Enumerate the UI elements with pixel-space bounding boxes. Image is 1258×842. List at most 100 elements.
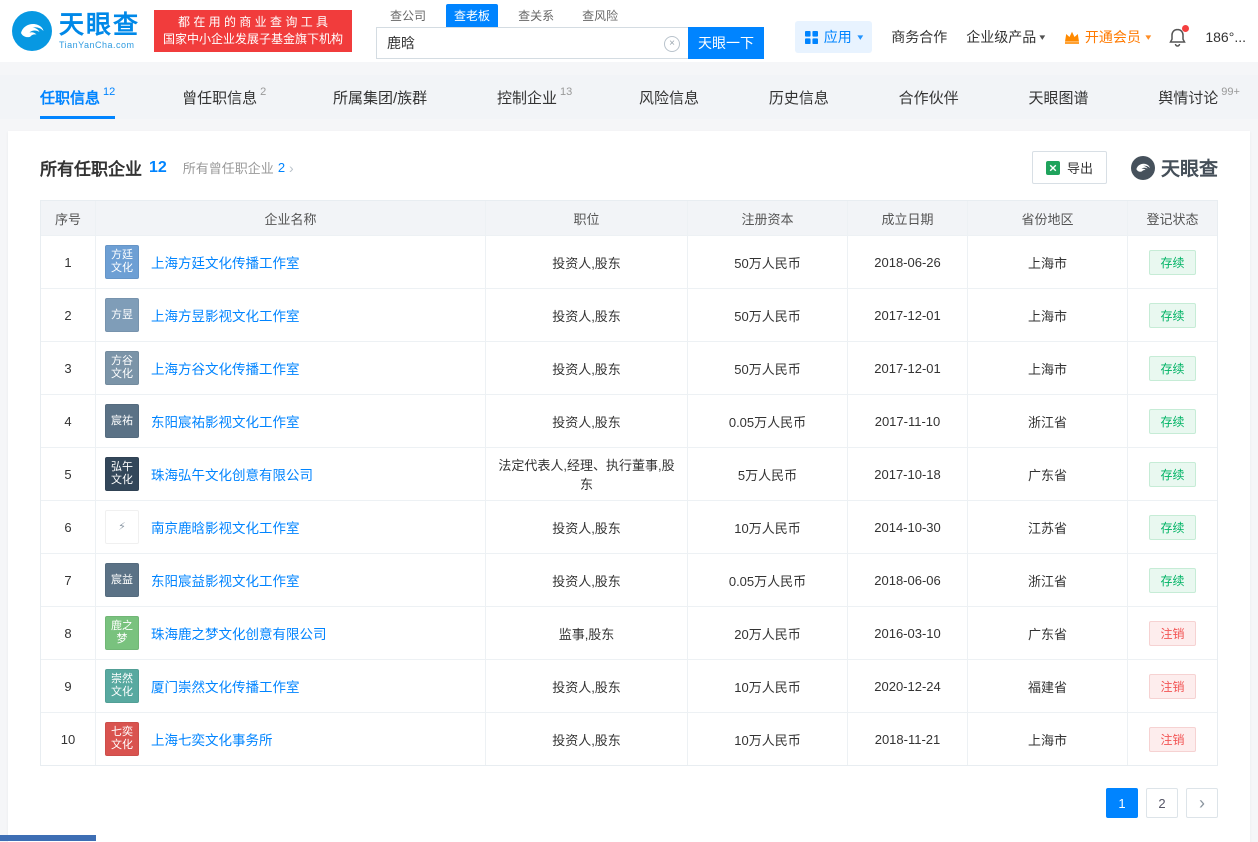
search-input[interactable] [377, 28, 689, 58]
province-cell: 浙江省 [968, 554, 1128, 606]
table-row: 9 崇然文化 厦门崇然文化传播工作室 投资人,股东 10万人民币 2020-12… [41, 659, 1217, 712]
business-cooperation-link[interactable]: 商务合作 [891, 27, 947, 47]
nav-tab[interactable]: 任职信息 12 [40, 75, 116, 119]
company-cell: ⚡ 南京鹿晗影视文化工作室 [96, 501, 486, 553]
capital-cell: 10万人民币 [688, 713, 848, 765]
capital-cell: 5万人民币 [688, 448, 848, 500]
company-name-link[interactable]: 东阳宸益影视文化工作室 [151, 570, 300, 590]
nav-tab[interactable]: 曾任职信息 2 [182, 75, 266, 119]
company-logo: 方廷文化 [105, 245, 139, 279]
nav-tab[interactable]: 所属集团/族群 [333, 75, 430, 119]
account-phone[interactable]: 186°... [1205, 29, 1246, 45]
apps-menu[interactable]: 应用 ▾ [794, 21, 873, 53]
status-cell: 存续 [1128, 448, 1217, 500]
position-cell: 投资人,股东 [486, 554, 688, 606]
col-header-date: 成立日期 [848, 201, 968, 235]
caret-down-icon: ▾ [1039, 31, 1046, 42]
province-cell: 浙江省 [968, 395, 1128, 447]
company-cell: 宸祐 东阳宸祐影视文化工作室 [96, 395, 486, 447]
col-header-capital: 注册资本 [688, 201, 848, 235]
company-cell: 方廷文化 上海方廷文化传播工作室 [96, 236, 486, 288]
date-cell: 2017-11-10 [848, 395, 968, 447]
status-cell: 注销 [1128, 660, 1217, 712]
status-badge: 存续 [1149, 461, 1196, 487]
caret-down-icon: ▾ [1145, 31, 1152, 42]
company-logo: 崇然文化 [105, 669, 139, 703]
company-name-link[interactable]: 厦门崇然文化传播工作室 [151, 676, 300, 696]
search-type-tab[interactable]: 查风险 [574, 4, 626, 27]
col-header-province: 省份地区 [968, 201, 1128, 235]
export-button[interactable]: 导出 [1031, 151, 1107, 184]
table-row: 8 鹿之梦 珠海鹿之梦文化创意有限公司 监事,股东 20万人民币 2016-03… [41, 606, 1217, 659]
date-cell: 2018-06-26 [848, 236, 968, 288]
province-cell: 广东省 [968, 607, 1128, 659]
date-cell: 2020-12-24 [848, 660, 968, 712]
status-cell: 注销 [1128, 713, 1217, 765]
position-cell: 投资人,股东 [486, 713, 688, 765]
date-cell: 2017-10-18 [848, 448, 968, 500]
search-box: × [376, 27, 689, 59]
table-row: 4 宸祐 东阳宸祐影视文化工作室 投资人,股东 0.05万人民币 2017-11… [41, 394, 1217, 447]
section-nav: 任职信息 12 曾任职信息 2 所属集团/族群 控制企业 13 风险信息 历史信息 合… [0, 75, 1258, 119]
company-name-link[interactable]: 东阳宸祐影视文化工作室 [151, 411, 300, 431]
vip-upgrade-link[interactable]: 开通会员 ▾ [1064, 27, 1151, 47]
company-logo: 七奕文化 [105, 722, 139, 756]
nav-tab[interactable]: 合作伙伴 [899, 75, 962, 119]
caret-down-icon: ▾ [857, 31, 863, 42]
company-name-link[interactable]: 上海方昱影视文化工作室 [151, 305, 300, 325]
nav-tab[interactable]: 历史信息 [769, 75, 832, 119]
nav-tab[interactable]: 舆情讨论 99+ [1158, 75, 1240, 119]
row-index-cell: 3 [41, 342, 96, 394]
capital-cell: 50万人民币 [688, 236, 848, 288]
capital-cell: 10万人民币 [688, 501, 848, 553]
company-cell: 弘午文化 珠海弘午文化创意有限公司 [96, 448, 486, 500]
positions-table: 序号 企业名称 职位 注册资本 成立日期 省份地区 登记状态 1 方廷文化 上海… [40, 200, 1218, 766]
status-cell: 注销 [1128, 607, 1217, 659]
table-row: 1 方廷文化 上海方廷文化传播工作室 投资人,股东 50万人民币 2018-06… [41, 235, 1217, 288]
page-title-count: 12 [149, 158, 167, 176]
company-cell: 七奕文化 上海七奕文化事务所 [96, 713, 486, 765]
company-name-link[interactable]: 上海方廷文化传播工作室 [151, 252, 300, 272]
search-type-tab[interactable]: 查关系 [510, 4, 562, 27]
enterprise-products-link[interactable]: 企业级产品 ▾ [966, 27, 1045, 47]
tianyancha-watermark-icon [1130, 155, 1155, 180]
search-button[interactable]: 天眼一下 [688, 27, 765, 59]
nav-tab[interactable]: 风险信息 [639, 75, 702, 119]
company-name-link[interactable]: 珠海弘午文化创意有限公司 [151, 464, 313, 484]
row-index-cell: 10 [41, 713, 96, 765]
page-button[interactable]: 2 [1146, 788, 1178, 818]
excel-icon [1045, 160, 1060, 175]
former-positions-link[interactable]: 所有曾任职企业 2 › [183, 158, 294, 177]
status-cell: 存续 [1128, 289, 1217, 341]
status-badge: 存续 [1149, 249, 1196, 275]
clear-input-icon[interactable]: × [664, 36, 681, 52]
search-type-tabs: 查公司 查老板 查关系 查风险 [376, 3, 764, 27]
company-name-link[interactable]: 珠海鹿之梦文化创意有限公司 [151, 623, 327, 643]
search-type-tab[interactable]: 查老板 [446, 4, 499, 27]
table-header-row: 序号 企业名称 职位 注册资本 成立日期 省份地区 登记状态 [41, 201, 1217, 235]
province-cell: 上海市 [968, 236, 1128, 288]
status-badge: 注销 [1149, 726, 1196, 752]
position-cell: 投资人,股东 [486, 342, 688, 394]
company-name-link[interactable]: 上海方谷文化传播工作室 [151, 358, 300, 378]
search-type-tab[interactable]: 查公司 [382, 4, 434, 27]
company-logo: 方谷文化 [105, 351, 139, 385]
nav-tab[interactable]: 控制企业 13 [497, 75, 572, 119]
nav-tab-count: 2 [260, 86, 267, 98]
nav-tab-count: 99+ [1221, 86, 1240, 98]
page-button[interactable]: 1 [1106, 788, 1138, 818]
next-page-button[interactable]: › [1186, 788, 1218, 818]
notification-bell-icon[interactable] [1169, 24, 1190, 47]
search-area: 查公司 查老板 查关系 查风险 × 天眼一下 [376, 3, 765, 59]
capital-cell: 0.05万人民币 [688, 554, 848, 606]
company-cell: 宸益 东阳宸益影视文化工作室 [96, 554, 486, 606]
company-cell: 方谷文化 上海方谷文化传播工作室 [96, 342, 486, 394]
status-badge: 存续 [1149, 302, 1196, 328]
company-logo: ⚡ [105, 510, 139, 544]
nav-tab[interactable]: 天眼图谱 [1028, 75, 1091, 119]
company-name-link[interactable]: 上海七奕文化事务所 [151, 729, 273, 749]
crown-icon [1064, 31, 1080, 44]
company-name-link[interactable]: 南京鹿晗影视文化工作室 [151, 517, 300, 537]
promo-banner-line1: 都 在 用 的 商 业 查 询 工 具 [178, 15, 329, 29]
tianyancha-logo[interactable]: 天眼查 TianYanCha.com [12, 11, 140, 51]
